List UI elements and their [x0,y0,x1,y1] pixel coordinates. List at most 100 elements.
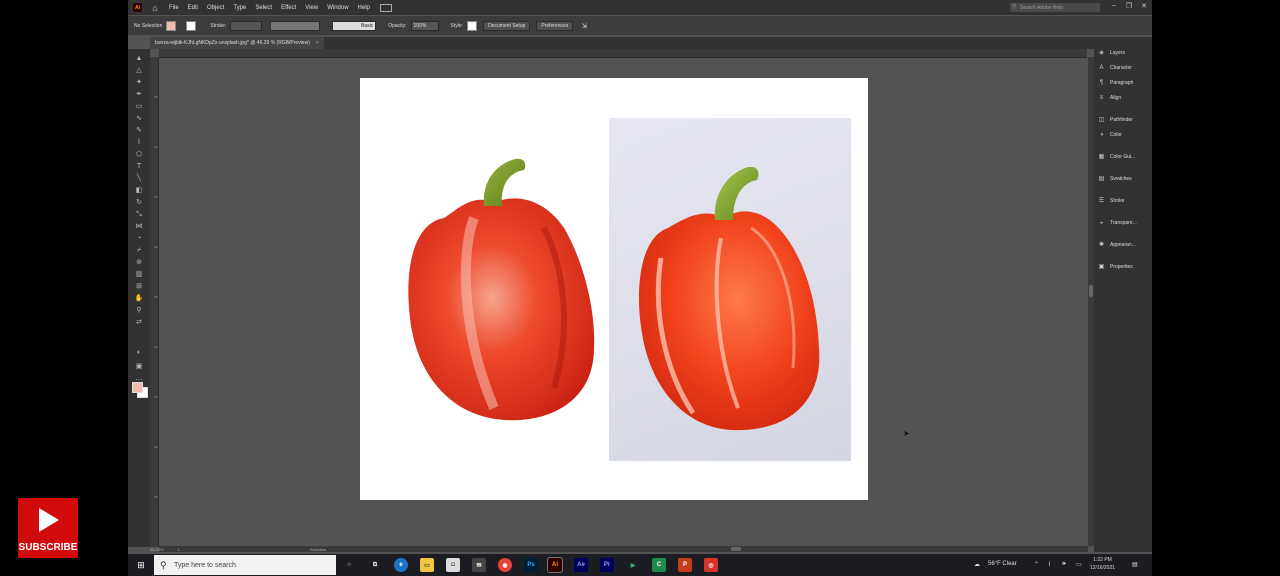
artboard[interactable] [360,78,868,500]
current-tool-status[interactable]: Selection [310,547,326,552]
illustrator-taskbar-icon[interactable]: Ai [547,557,563,573]
graphic-style-swatch[interactable] [467,20,478,31]
subscribe-button[interactable]: SUBSCRIBE [18,498,78,558]
screen-mode-icon[interactable]: ▣ [134,363,144,371]
cortana-icon[interactable]: ○ [342,558,356,572]
pencil-tool-icon[interactable]: ✎ [134,127,144,135]
tray-chevron-icon[interactable]: ⌃ [1034,561,1039,568]
line-tool-icon[interactable]: ╲ [134,175,144,183]
panel-paragraph[interactable]: ¶ Paragraph [1098,77,1133,89]
menu-help[interactable]: Help [358,5,370,11]
edge-icon[interactable]: e [394,558,408,572]
direct-selection-tool-icon[interactable]: △ [134,67,144,75]
menu-effect[interactable]: Effect [281,5,296,11]
blend-tool-icon[interactable]: ⊛ [134,259,144,267]
canvas-area[interactable]: ➤ [159,58,1087,546]
opacity-field[interactable]: 100% [410,20,439,31]
panel-swatches[interactable]: ▤ Swatches [1098,173,1132,185]
width-tool-icon[interactable]: ⋈ [134,223,144,231]
panel-color-guide[interactable]: ▦ Color Gui... [1098,151,1136,163]
pen-tool-icon[interactable]: ✒ [134,91,144,99]
network-icon[interactable]: ⌇ [1048,561,1051,568]
volume-icon[interactable]: 🕪 [1062,561,1066,568]
media-player-icon[interactable]: ▶ [626,558,640,572]
rotate-tool-icon[interactable]: ↻ [134,199,144,207]
zoom-tool-icon[interactable]: ⚲ [134,307,144,315]
close-window-icon[interactable]: ✕ [1138,2,1150,10]
fill-swatch[interactable] [166,20,177,31]
notifications-icon[interactable]: ▤ [1132,561,1138,568]
panel-character[interactable]: A Character [1098,62,1131,74]
chrome-icon[interactable]: ◉ [498,558,512,572]
document-tab[interactable]: bonza-wijbik-KJhLgNKDpZs-unsplash.jpg* @… [150,37,324,49]
panel-stroke[interactable]: ☰ Stroke [1098,195,1125,207]
rectangle-tool-icon[interactable]: ▭ [134,103,144,111]
graph-tool-icon[interactable]: ▥ [134,271,144,279]
help-search-input[interactable]: ⚲ Search Adobe Help [1010,3,1100,12]
after-effects-icon[interactable]: Ae [574,558,588,572]
eyedropper-tool-icon[interactable]: ⌿ [134,247,144,255]
restore-icon[interactable]: ❐ [1123,2,1135,10]
shape-builder-tool-icon[interactable]: ◔ [134,235,144,243]
horizontal-ruler[interactable] [159,49,1087,62]
system-clock[interactable]: 1:22 PM 12/16/2021 [1090,556,1115,572]
draw-mode-icon[interactable]: ◐ [134,349,144,357]
zoom-level[interactable]: 46.29% [150,547,164,552]
horizontal-scroll-thumb[interactable] [731,547,741,551]
close-tab-icon[interactable]: × [316,40,319,46]
hand-tool-icon[interactable]: ✋ [134,295,144,303]
menu-object[interactable]: Object [207,5,224,11]
preferences-button[interactable]: Preferences [536,20,574,31]
shaper-tool-icon[interactable]: ⬠ [134,151,144,159]
store-icon[interactable]: ◘ [446,558,460,572]
vertical-scroll-thumb[interactable] [1089,285,1093,297]
vertical-ruler[interactable] [150,57,159,547]
document-setup-button[interactable]: Document Setup [483,20,531,31]
selection-tool-icon[interactable]: ▲ [134,55,144,63]
vector-pepper-illustration[interactable] [404,148,600,428]
panel-align[interactable]: ≡ Align [1098,92,1121,104]
weather-status[interactable]: 56°F Clear [988,561,1017,567]
mail-icon[interactable]: ✉ [472,558,486,572]
scale-tool-icon[interactable]: ⤡ [134,211,144,219]
windows-start-icon[interactable]: ⊞ [136,560,146,570]
brush-definition-field[interactable]: Basic [332,20,377,31]
menu-window[interactable]: Window [327,5,348,11]
type-tool-icon[interactable]: T [134,163,144,171]
menu-type[interactable]: Type [233,5,246,11]
menu-view[interactable]: View [305,5,318,11]
panel-layers[interactable]: ◈ Layers [1098,47,1125,59]
task-view-icon[interactable]: ⧉ [368,558,382,572]
powerpoint-icon[interactable]: P [678,558,692,572]
panel-appearance[interactable]: ✺ Appearan... [1098,239,1136,251]
photoshop-icon[interactable]: Ps [524,558,538,572]
menu-select[interactable]: Select [255,5,272,11]
menu-file[interactable]: File [169,5,179,11]
curvature-tool-icon[interactable]: ∿ [134,115,144,123]
paintbrush-tool-icon[interactable]: ⌇ [134,139,144,147]
minimize-icon[interactable]: – [1108,2,1120,9]
camtasia-icon[interactable]: C [652,558,666,572]
panel-transparency[interactable]: ◒ Transpare... [1098,217,1137,229]
magic-wand-tool-icon[interactable]: ✦ [134,79,144,87]
eraser-tool-icon[interactable]: ◧ [134,187,144,195]
artboard-number[interactable]: 1 [178,547,180,552]
menu-edit[interactable]: Edit [188,5,198,11]
stroke-swatch[interactable] [186,20,197,31]
workspace-switcher-icon[interactable] [379,3,392,12]
swap-colors-icon[interactable]: ⇄ [134,319,144,327]
stroke-weight-field[interactable] [230,20,263,31]
variable-width-field[interactable] [270,20,321,31]
home-icon[interactable]: ⌂ [150,3,160,13]
premiere-icon[interactable]: Pr [600,558,614,572]
edit-toolbar-icon[interactable]: ⋯ [134,377,144,385]
weather-icon[interactable]: ☁ [974,561,980,568]
taskbar-search-input[interactable]: ⚲ Type here to search [154,555,336,575]
arrange-documents-icon[interactable]: ⇲ [581,22,587,30]
panel-properties[interactable]: ▣ Properties [1098,261,1133,273]
screen-recorder-icon[interactable]: ◎ [704,558,718,572]
battery-icon[interactable]: ▭ [1076,561,1082,568]
file-explorer-icon[interactable]: ▭ [420,558,434,572]
artboard-tool-icon[interactable]: ⊞ [134,283,144,291]
reference-photo[interactable] [609,118,851,461]
